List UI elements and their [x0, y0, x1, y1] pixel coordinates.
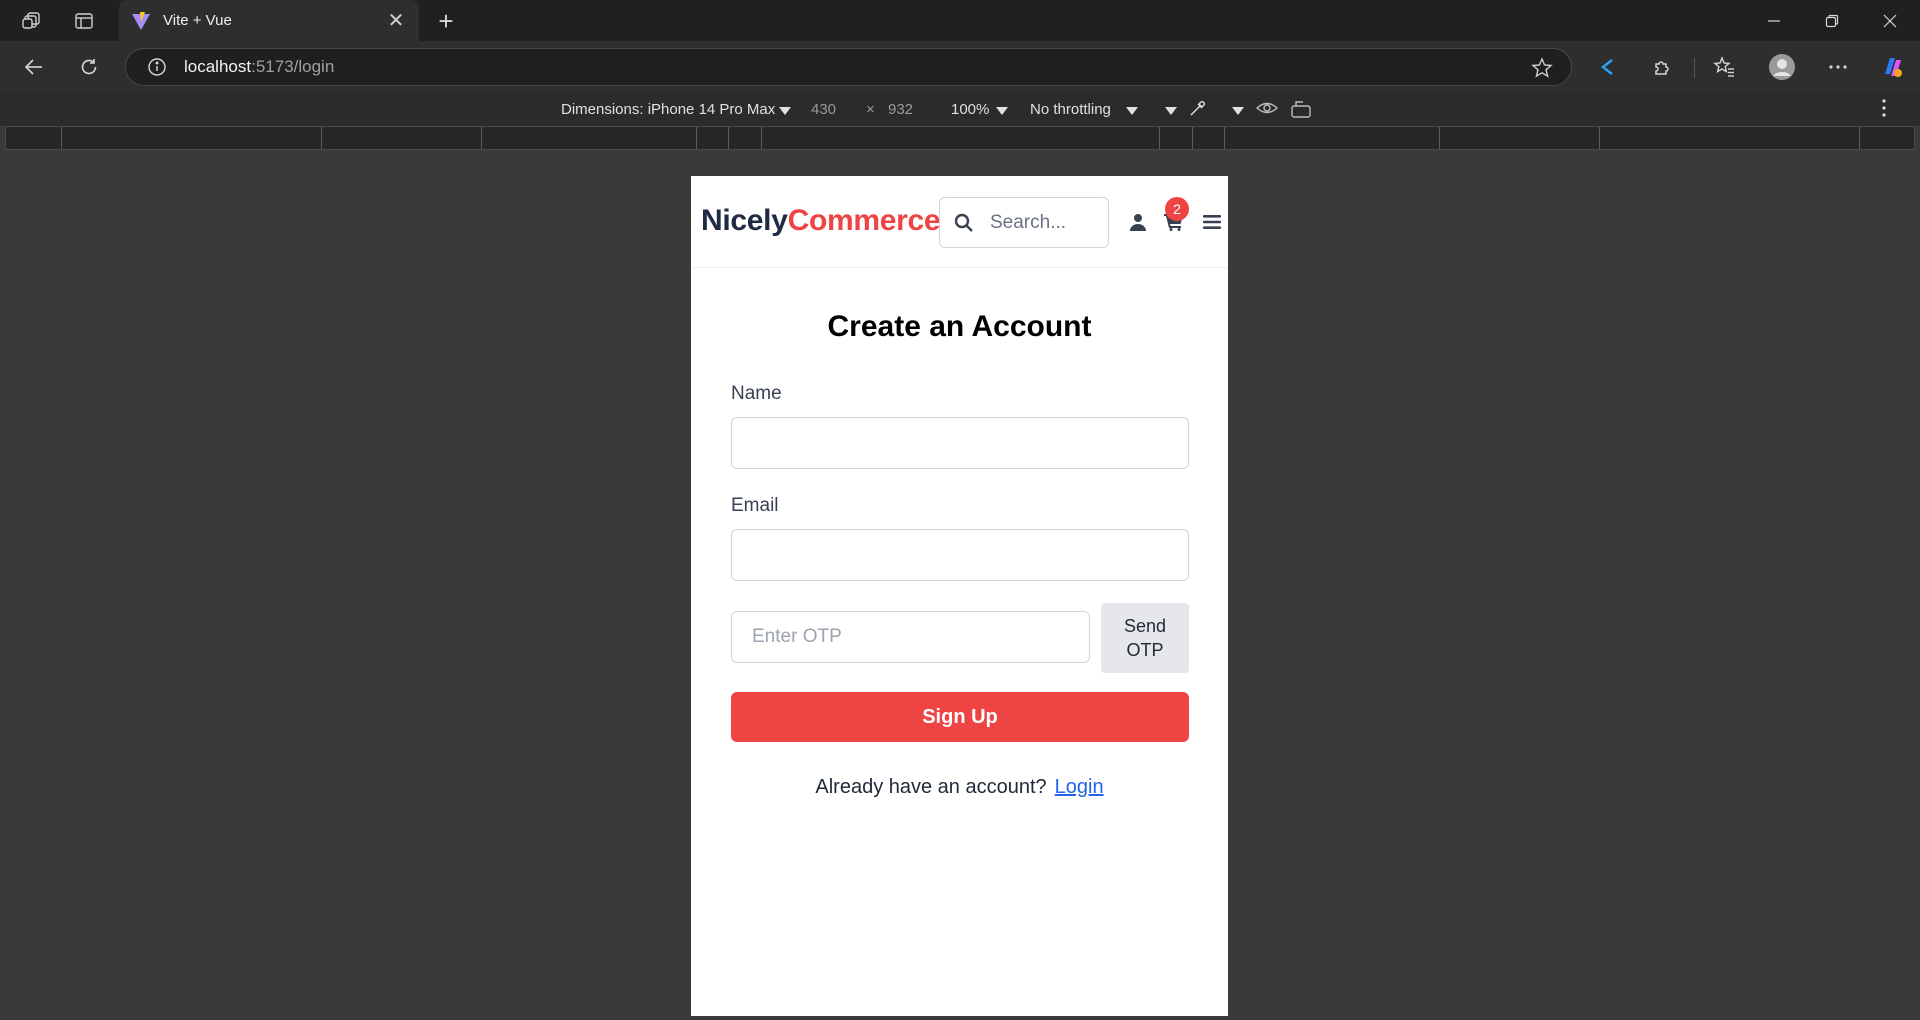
workspaces-icon[interactable]: [14, 6, 50, 36]
zoom-select[interactable]: 100%: [951, 101, 989, 118]
viewport-width-input[interactable]: 430: [811, 101, 836, 118]
rotate-device-icon[interactable]: [1290, 99, 1312, 123]
search-icon: [954, 213, 973, 232]
more-options-icon[interactable]: [1823, 52, 1853, 82]
otp-input[interactable]: [731, 611, 1090, 663]
copilot-sidebar-icon[interactable]: [1593, 52, 1623, 82]
site-info-icon[interactable]: [146, 56, 168, 78]
eyedropper-icon[interactable]: [1188, 98, 1208, 122]
chevron-down-icon[interactable]: [996, 107, 1008, 115]
device-toolbar: Dimensions: iPhone 14 Pro Max 430 × 932 …: [0, 93, 1920, 126]
vision-deficiency-eye-icon[interactable]: [1255, 99, 1279, 121]
media-query-ruler[interactable]: [5, 126, 1915, 150]
send-otp-button[interactable]: Send OTP: [1101, 603, 1189, 673]
throttling-select[interactable]: No throttling: [1030, 101, 1111, 118]
login-prompt-text: Already have an account?: [815, 776, 1047, 798]
search-input[interactable]: [990, 211, 1100, 234]
minimize-icon[interactable]: [1745, 0, 1803, 41]
viewport-height-input[interactable]: 932: [888, 101, 913, 118]
back-arrow-icon[interactable]: [17, 50, 51, 84]
email-label: Email: [731, 495, 779, 516]
page-title: Create an Account: [827, 310, 1092, 343]
app-header: NicelyCommerce 2: [691, 176, 1228, 268]
close-window-icon[interactable]: [1861, 0, 1919, 41]
tab-title: Vite + Vue: [163, 12, 232, 29]
copilot-icon[interactable]: [1878, 52, 1908, 82]
url-host: localhost: [184, 57, 252, 76]
brand-logo[interactable]: NicelyCommerce: [701, 204, 941, 238]
browser-toolbar: localhost:5173/login: [0, 41, 1920, 93]
refresh-icon[interactable]: [72, 50, 106, 84]
hamburger-menu-icon[interactable]: [1200, 210, 1224, 234]
restore-icon[interactable]: [1803, 0, 1861, 41]
vertical-tabs-icon[interactable]: [66, 6, 102, 36]
name-field[interactable]: [731, 417, 1189, 469]
url-path: :5173/login: [251, 57, 335, 76]
browser-tab-strip: Vite + Vue ✕ +: [0, 0, 1920, 41]
sign-up-button[interactable]: Sign Up: [731, 692, 1189, 742]
chevron-down-icon[interactable]: [1232, 107, 1244, 115]
login-prompt: Already have an account? Login: [691, 776, 1228, 799]
chevron-down-icon[interactable]: [1126, 107, 1138, 115]
send-otp-label-line2: OTP: [1126, 640, 1164, 660]
email-field[interactable]: [731, 529, 1189, 581]
toolbar-divider: [1694, 58, 1695, 78]
close-tab-icon[interactable]: ✕: [385, 10, 407, 32]
send-otp-label-line1: Send: [1123, 616, 1167, 636]
extensions-icon[interactable]: [1648, 52, 1678, 82]
user-icon[interactable]: [1126, 210, 1150, 234]
profile-avatar-icon[interactable]: [1767, 52, 1797, 82]
brand-accent-text: Commerce: [787, 204, 941, 237]
chevron-down-icon[interactable]: [1165, 107, 1177, 115]
device-toolbar-more-icon[interactable]: [1880, 97, 1888, 123]
browser-tab-active[interactable]: Vite + Vue ✕: [119, 0, 419, 41]
name-label: Name: [731, 383, 782, 404]
cart-count-badge: 2: [1165, 197, 1189, 221]
brand-primary-text: Nicely: [701, 204, 788, 237]
new-tab-button[interactable]: +: [431, 6, 461, 36]
favorite-star-icon[interactable]: [1531, 57, 1553, 79]
emulated-device-viewport: NicelyCommerce 2 Create an Account Name …: [691, 176, 1228, 1016]
address-bar[interactable]: localhost:5173/login: [125, 48, 1572, 86]
device-dimensions-select[interactable]: Dimensions: iPhone 14 Pro Max: [561, 101, 775, 118]
dimensions-separator: ×: [866, 101, 875, 118]
favorites-icon[interactable]: [1709, 52, 1739, 82]
vite-favicon-icon: [132, 11, 150, 30]
search-box[interactable]: [939, 197, 1109, 248]
login-link[interactable]: Login: [1055, 776, 1104, 798]
chevron-down-icon[interactable]: [779, 107, 791, 115]
